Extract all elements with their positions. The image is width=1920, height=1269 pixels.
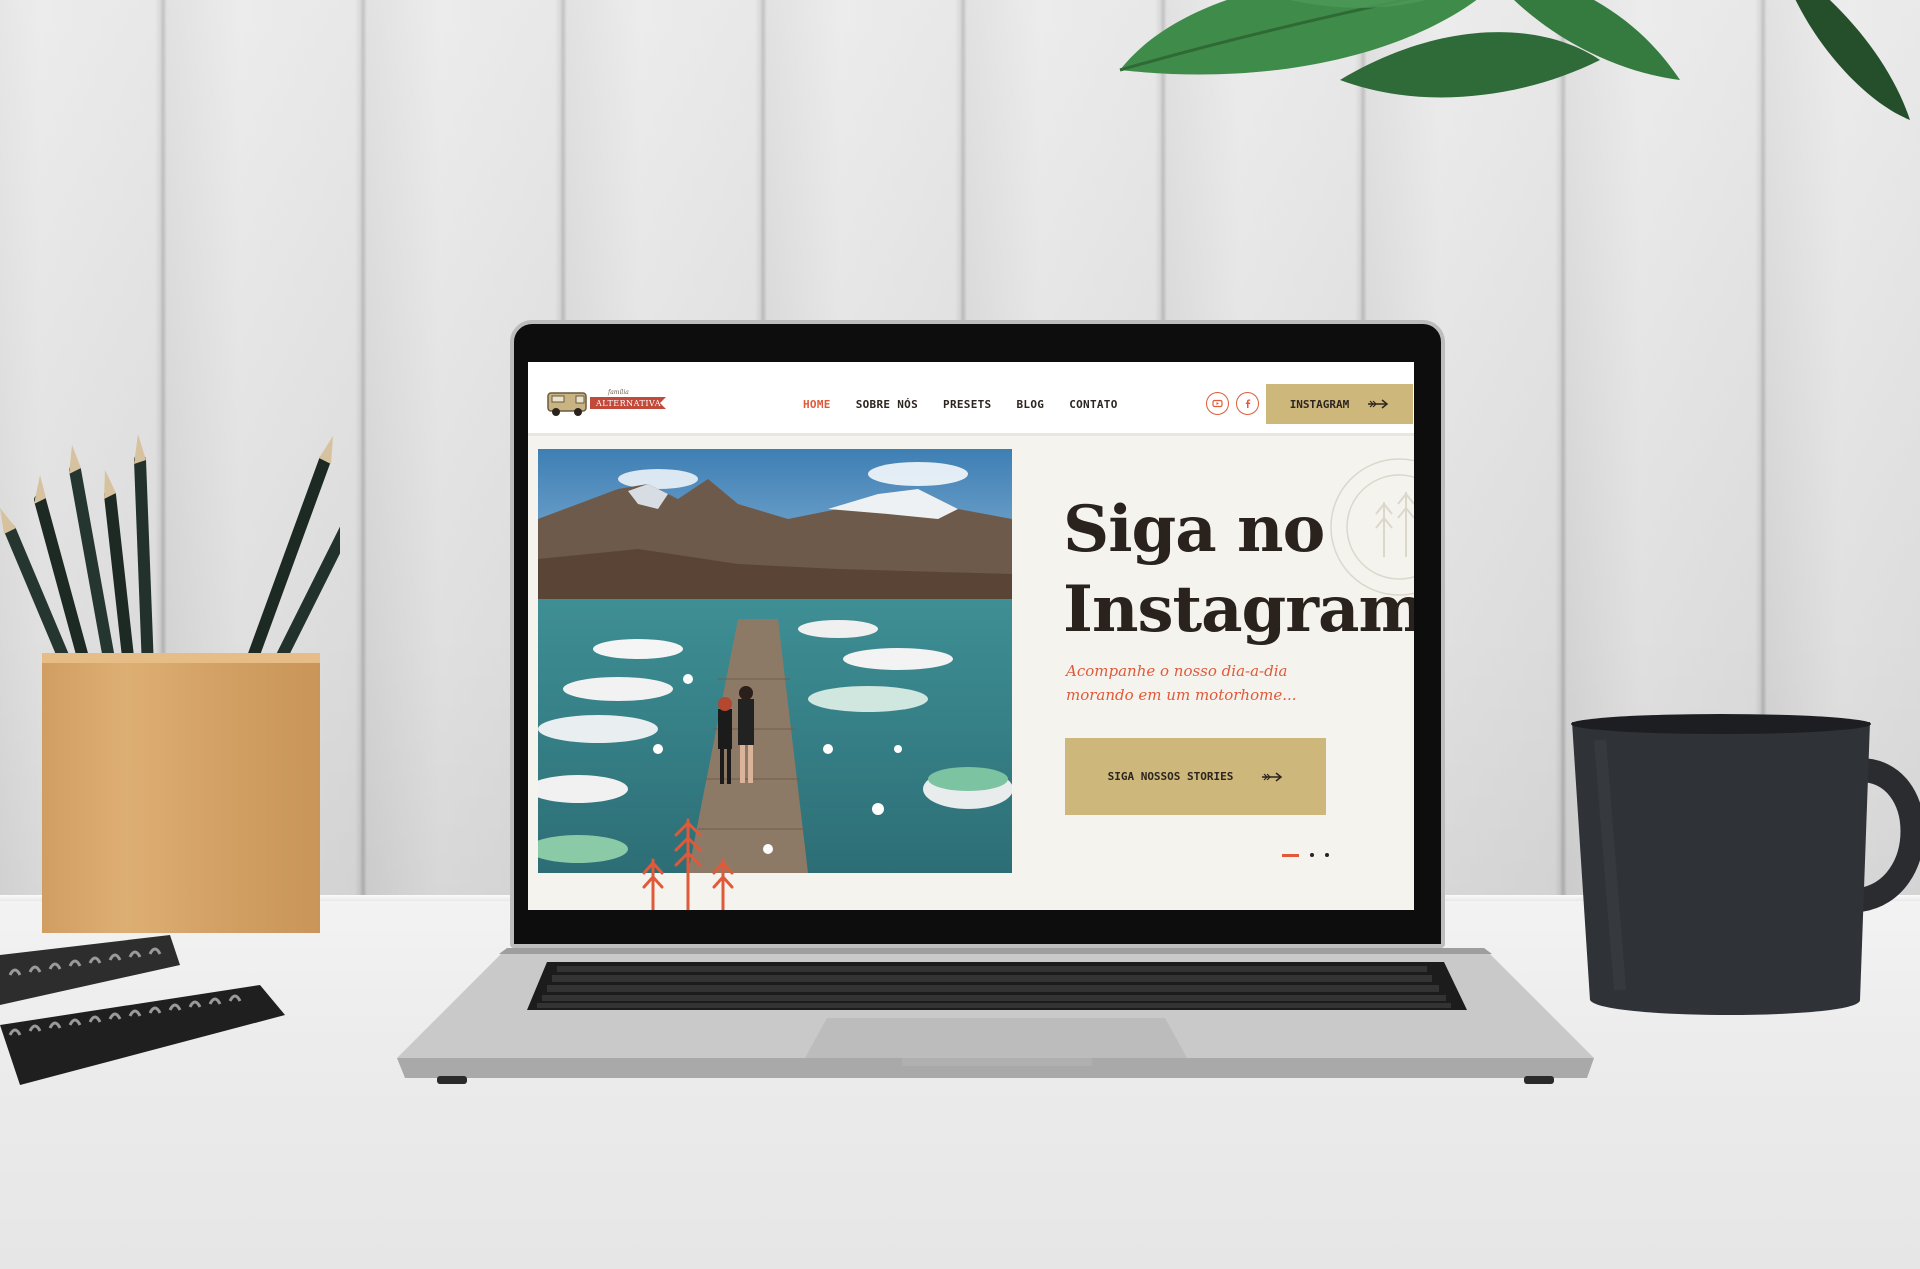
nav-sobre-nos[interactable]: SOBRE NÓS	[856, 398, 918, 411]
nav-blog[interactable]: BLOG	[1016, 398, 1044, 411]
social-links	[1206, 392, 1259, 415]
slider-pagination	[1282, 853, 1329, 857]
slide-dot-2[interactable]	[1310, 853, 1314, 857]
slide-dot-1[interactable]	[1282, 853, 1299, 857]
hero-title-line-2: Instagram	[1063, 572, 1414, 647]
hero-subtitle-line-1: Acompanhe o nosso dia-a-dia	[1066, 662, 1288, 680]
logo-banner-text: ALTERNATIVA	[595, 399, 661, 408]
laptop-keyboard-deck	[397, 948, 1594, 1084]
nav-presets[interactable]: PRESETS	[943, 398, 991, 411]
facebook-button[interactable]	[1236, 392, 1259, 415]
notebooks	[0, 935, 285, 1085]
instagram-button-label: INSTAGRAM	[1289, 397, 1350, 411]
logo-small-text: família	[607, 389, 629, 396]
site-header: família ALTERNATIVA HOME SOBRE NÓS PRESE…	[528, 362, 1414, 436]
main-nav: HOME SOBRE NÓS PRESETS BLOG CONTATO	[803, 398, 1118, 411]
arrow-right-icon	[1368, 399, 1389, 409]
pine-trees-icon	[642, 818, 734, 910]
site-logo[interactable]: família ALTERNATIVA	[546, 385, 668, 419]
motorhome-logo-icon: família ALTERNATIVA	[547, 389, 666, 416]
arrow-right-icon	[1262, 771, 1283, 782]
pencil-holder	[0, 434, 340, 933]
youtube-button[interactable]	[1206, 392, 1229, 415]
browser-viewport: família ALTERNATIVA HOME SOBRE NÓS PRESE…	[528, 362, 1414, 910]
hero-title-line-1: Siga no	[1063, 492, 1325, 567]
instagram-header-button[interactable]: INSTAGRAM	[1266, 384, 1413, 424]
hero-subtitle-line-2: morando em um motorhome...	[1066, 686, 1297, 704]
facebook-icon	[1245, 399, 1251, 408]
stories-button-label: SIGA NOSSOS STORIES	[1107, 770, 1234, 783]
hero-title: Siga no Instagram	[1063, 490, 1414, 650]
coffee-mug	[1571, 714, 1920, 1015]
stories-button[interactable]: SIGA NOSSOS STORIES	[1065, 738, 1326, 815]
nav-contato[interactable]: CONTATO	[1069, 398, 1117, 411]
hero-subtitle: Acompanhe o nosso dia-a-dia morando em u…	[1066, 659, 1366, 707]
plant-leaves	[1119, 0, 1910, 120]
hero-photo	[538, 449, 1012, 873]
youtube-icon	[1212, 399, 1223, 408]
slide-dot-3[interactable]	[1325, 853, 1329, 857]
nav-home[interactable]: HOME	[803, 398, 831, 411]
